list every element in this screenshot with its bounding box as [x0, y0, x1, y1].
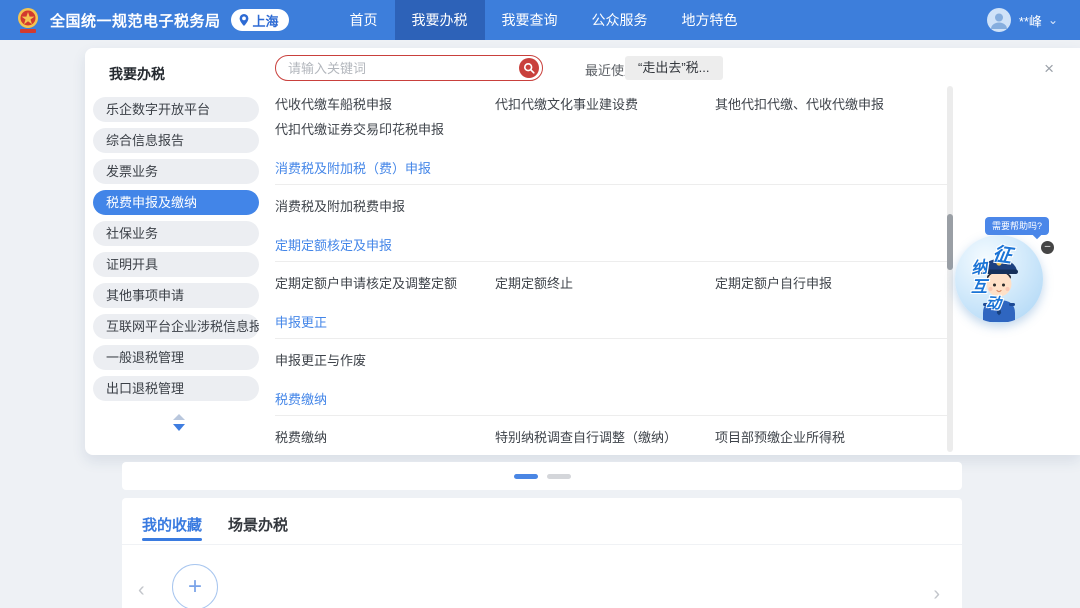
scrollbar-thumb[interactable] — [947, 214, 953, 270]
search-button[interactable] — [519, 58, 539, 78]
service-row: 代收代缴车船税申报 代扣代缴文化事业建设费 其他代扣代缴、代收代缴申报 — [275, 96, 947, 113]
service-row: 消费税及附加税费申报 — [275, 198, 947, 215]
scroll-up-icon[interactable] — [173, 414, 185, 420]
nav-home[interactable]: 首页 — [333, 0, 395, 40]
service-item[interactable]: 消费税及附加税费申报 — [275, 198, 495, 215]
service-item[interactable]: 项目部预缴企业所得税 — [715, 429, 947, 446]
service-row: 税费缴纳 特别纳税调查自行调整（缴纳） 项目部预缴企业所得税 — [275, 429, 947, 446]
badge-char-zheng: 征 — [991, 239, 1014, 268]
sidebar-item-tax-declaration[interactable]: 税费申报及缴纳 — [93, 190, 259, 215]
assistant-help-bubble[interactable]: 需要帮助吗? — [985, 217, 1049, 235]
service-group-header: 消费税及附加税（费）申报 — [275, 158, 947, 185]
sidebar-title: 我要办税 — [109, 64, 265, 84]
top-header: 全国统一规范电子税务局 上海 首页 我要办税 我要查询 公众服务 地方特色 **… — [0, 0, 1080, 40]
service-item[interactable]: 税费缴纳 — [275, 429, 495, 446]
sidebar-item-other-matters[interactable]: 其他事项申请 — [93, 283, 259, 308]
sidebar-item-invoice[interactable]: 发票业务 — [93, 159, 259, 184]
service-item[interactable]: 申报更正与作废 — [275, 352, 495, 369]
service-group-header: 申报更正 — [275, 312, 947, 339]
scroll-down-icon[interactable] — [173, 424, 185, 431]
sidebar-item-general-refund[interactable]: 一般退税管理 — [93, 345, 259, 370]
service-item[interactable]: 定期定额户自行申报 — [715, 275, 947, 292]
active-tab-underline — [142, 538, 202, 541]
nav-inquiry[interactable]: 我要查询 — [485, 0, 575, 40]
assistant-widget[interactable]: 征 纳 互 动 — [955, 235, 1043, 323]
badge-char-dong: 动 — [985, 292, 1001, 314]
carousel-dot-1[interactable] — [514, 474, 538, 479]
recently-used-chip[interactable]: “走出去”税... — [625, 56, 723, 80]
page: 全国统一规范电子税务局 上海 首页 我要办税 我要查询 公众服务 地方特色 **… — [0, 0, 1080, 608]
person-icon — [987, 8, 1011, 32]
service-item[interactable]: 其他代扣代缴、代收代缴申报 — [715, 96, 947, 113]
add-favorite-button[interactable]: + — [172, 564, 218, 608]
sidebar-item-social-security[interactable]: 社保业务 — [93, 221, 259, 246]
carousel-indicator-card — [122, 462, 962, 490]
tax-services-flyout: × 我要办税 乐企数字开放平台 综合信息报告 发票业务 税费申报及缴纳 社保业务… — [85, 48, 1080, 455]
service-group-header: 税费缴纳 — [275, 389, 947, 416]
sidebar-item-leqi-platform[interactable]: 乐企数字开放平台 — [93, 97, 259, 122]
service-item[interactable]: 定期定额终止 — [495, 275, 715, 292]
carousel-prev-icon[interactable]: ‹ — [138, 580, 145, 600]
location-label: 上海 — [253, 11, 279, 30]
nav-public-services[interactable]: 公众服务 — [575, 0, 665, 40]
badge-char-hu: 互 — [971, 273, 987, 297]
service-row: 代扣代缴证券交易印花税申报 — [275, 121, 947, 138]
service-group-header: 定期定额核定及申报 — [275, 235, 947, 262]
service-item[interactable]: 代扣代缴证券交易印花税申报 — [275, 121, 495, 138]
service-row: 申报更正与作废 — [275, 352, 947, 369]
sidebar-scroll-arrows — [93, 414, 265, 431]
favorites-tabs: 我的收藏 场景办税 — [122, 498, 962, 545]
sidebar-item-certificate[interactable]: 证明开具 — [93, 252, 259, 277]
keyword-search — [275, 55, 543, 81]
main-nav: 首页 我要办税 我要查询 公众服务 地方特色 — [333, 0, 755, 40]
search-icon — [523, 62, 535, 74]
tax-bureau-logo-icon — [14, 6, 42, 34]
flyout-sidebar: 我要办税 乐企数字开放平台 综合信息报告 发票业务 税费申报及缴纳 社保业务 证… — [93, 54, 265, 431]
services-list: 代收代缴车船税申报 代扣代缴文化事业建设费 其他代扣代缴、代收代缴申报 代扣代缴… — [275, 88, 947, 455]
service-row: 定期定额户申请核定及调整定额 定期定额终止 定期定额户自行申报 — [275, 275, 947, 292]
search-input[interactable] — [276, 61, 519, 76]
location-pin-icon — [238, 13, 250, 27]
service-item[interactable]: 代扣代缴文化事业建设费 — [495, 96, 715, 113]
chevron-down-icon: ⌄ — [1048, 15, 1058, 25]
sidebar-item-internet-platform[interactable]: 互联网平台企业涉税信息报送 — [93, 314, 259, 339]
nav-local-features[interactable]: 地方特色 — [665, 0, 755, 40]
service-item[interactable]: 定期定额户申请核定及调整定额 — [275, 275, 495, 292]
carousel-next-icon[interactable]: › — [933, 584, 940, 604]
location-selector[interactable]: 上海 — [231, 9, 289, 31]
sidebar-item-export-refund[interactable]: 出口退税管理 — [93, 376, 259, 401]
user-name: **峰 — [1019, 11, 1042, 30]
nav-tax-services[interactable]: 我要办税 — [395, 0, 485, 40]
sidebar-item-comprehensive-info[interactable]: 综合信息报告 — [93, 128, 259, 153]
content-scrollbar — [947, 86, 953, 452]
user-avatar — [987, 8, 1011, 32]
service-item[interactable]: 特别纳税调查自行调整（缴纳） — [495, 429, 715, 446]
user-menu[interactable]: **峰 ⌄ — [987, 8, 1058, 32]
close-icon[interactable]: × — [1044, 60, 1054, 77]
service-item[interactable]: 代收代缴车船税申报 — [275, 96, 495, 113]
site-title: 全国统一规范电子税务局 — [50, 10, 221, 31]
assistant-minimize-button[interactable]: – — [1041, 241, 1054, 254]
favorites-card: 我的收藏 场景办税 ‹ + › — [122, 498, 962, 608]
carousel-dot-2[interactable] — [547, 474, 571, 479]
tab-scenario-tax[interactable]: 场景办税 — [228, 514, 288, 544]
